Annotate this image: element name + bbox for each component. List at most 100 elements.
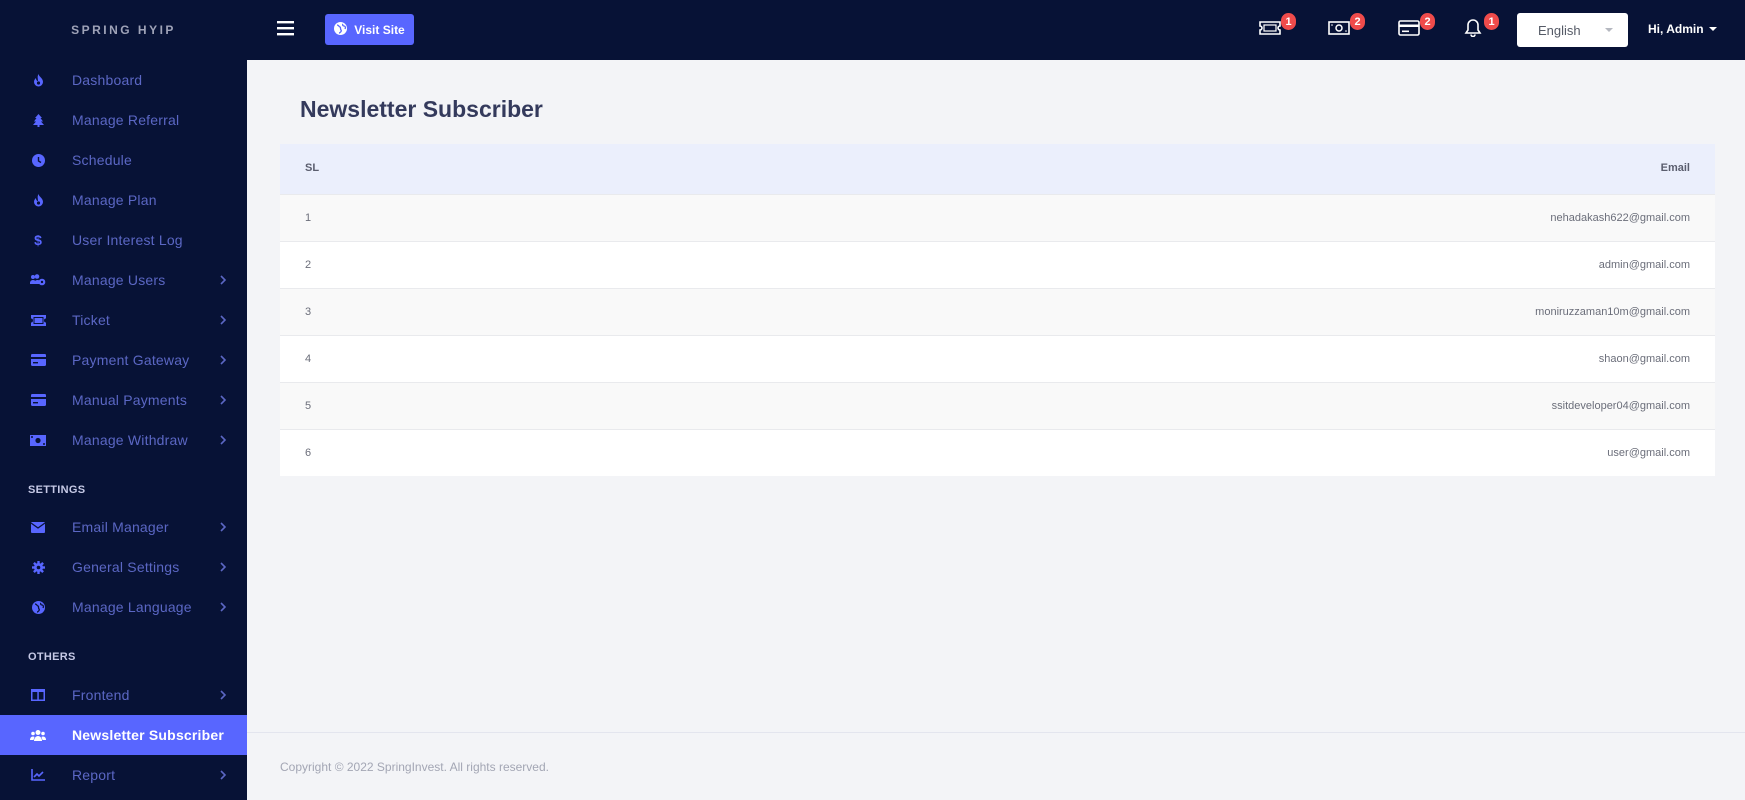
column-header-sl: SL bbox=[305, 162, 320, 174]
sidebar-item-manage-withdraw[interactable]: Manage Withdraw bbox=[0, 420, 247, 460]
fire-icon bbox=[29, 71, 47, 89]
ticket-icon bbox=[1259, 20, 1281, 40]
table-row: 4 shaon@gmail.com bbox=[280, 335, 1715, 382]
ticket-count-badge: 1 bbox=[1281, 13, 1296, 30]
sidebar-item-label: General Settings bbox=[72, 559, 180, 575]
copyright-text: Copyright © 2022 SpringInvest. All right… bbox=[280, 760, 549, 774]
table-row: 1 nehadakash622@gmail.com bbox=[280, 194, 1715, 241]
sidebar-item-label: Newsletter Subscriber bbox=[72, 727, 225, 743]
cell-email: user@gmail.com bbox=[1607, 447, 1690, 459]
sidebar-item-label: Manage Language bbox=[72, 599, 192, 615]
sidebar-item-label: Manage Referral bbox=[72, 112, 180, 128]
page-title: Newsletter Subscriber bbox=[300, 96, 543, 122]
table-header: SL Email bbox=[280, 144, 1715, 194]
sidebar-item-email-manager[interactable]: Email Manager bbox=[0, 507, 247, 547]
user-menu-dropdown[interactable]: Hi, Admin bbox=[1648, 22, 1717, 36]
sidebar-item-label: Email Manager bbox=[72, 519, 169, 535]
sidebar-item-manage-users[interactable]: Manage Users bbox=[0, 260, 247, 300]
cell-sl: 1 bbox=[305, 212, 312, 224]
credit-card-icon bbox=[29, 391, 47, 409]
dollar-icon: $ bbox=[34, 232, 42, 248]
sidebar-item-manual-payments[interactable]: Manual Payments bbox=[0, 380, 247, 420]
settings-heading: SETTINGS bbox=[28, 484, 86, 496]
sidebar-item-label: Manual Payments bbox=[72, 392, 188, 408]
subscriber-table: SL Email 1 nehadakash622@gmail.com 2 adm… bbox=[280, 144, 1715, 476]
menu-toggle-button[interactable] bbox=[277, 20, 295, 38]
sidebar-item-label: Manage Plan bbox=[72, 192, 157, 208]
money-bill-icon bbox=[29, 431, 47, 449]
clock-icon bbox=[29, 151, 47, 169]
sidebar-item-label: Dashboard bbox=[72, 72, 143, 88]
caret-down-icon bbox=[1708, 27, 1717, 31]
sidebar-item-label: Report bbox=[72, 767, 116, 783]
chevron-right-icon bbox=[217, 769, 229, 781]
sidebar-item-general-settings[interactable]: General Settings bbox=[0, 547, 247, 587]
chevron-right-icon bbox=[217, 394, 229, 406]
gear-icon bbox=[29, 558, 47, 576]
sidebar-item-manage-referral[interactable]: Manage Referral bbox=[0, 100, 247, 140]
columns-icon bbox=[29, 686, 47, 704]
table-row: 5 ssitdeveloper04@gmail.com bbox=[280, 382, 1715, 429]
sidebar-item-report[interactable]: Report bbox=[0, 755, 247, 795]
cell-email: ssitdeveloper04@gmail.com bbox=[1551, 400, 1690, 412]
sidebar-item-manage-language[interactable]: Manage Language bbox=[0, 587, 247, 627]
credit-card-icon bbox=[29, 351, 47, 369]
chevron-right-icon bbox=[217, 521, 229, 533]
bell-icon bbox=[1464, 18, 1482, 42]
chevron-right-icon bbox=[217, 689, 229, 701]
hamburger-icon bbox=[277, 21, 294, 36]
sidebar-item-newsletter-subscriber[interactable]: Newsletter Subscriber bbox=[0, 715, 247, 755]
sidebar-item-label: Ticket bbox=[72, 312, 111, 328]
sidebar-item-label: User Interest Log bbox=[72, 232, 183, 248]
cell-email: admin@gmail.com bbox=[1598, 259, 1690, 271]
fire-icon bbox=[29, 191, 47, 209]
main-content: Newsletter Subscriber SL Email 1 nehadak… bbox=[247, 60, 1745, 800]
bell-count-badge: 1 bbox=[1484, 13, 1499, 30]
ticket-notification-button[interactable]: 1 bbox=[1257, 13, 1296, 43]
brand-logo[interactable]: SPRING HYIP bbox=[0, 0, 247, 60]
sidebar-item-payment-gateway[interactable]: Payment Gateway bbox=[0, 340, 247, 380]
globe-icon bbox=[334, 21, 348, 38]
sidebar-item-dashboard[interactable]: Dashboard bbox=[0, 60, 247, 100]
sidebar: SPRING HYIP Dashboard Manage Referral Sc… bbox=[0, 0, 247, 800]
sidebar-item-schedule[interactable]: Schedule bbox=[0, 140, 247, 180]
language-select[interactable]: English bbox=[1517, 13, 1628, 47]
sidebar-item-label: Manage Users bbox=[72, 272, 166, 288]
column-header-email: Email bbox=[1660, 162, 1690, 174]
users-cog-icon bbox=[29, 271, 47, 289]
chevron-right-icon bbox=[217, 314, 229, 326]
sidebar-item-label: Frontend bbox=[72, 687, 130, 703]
chart-line-icon bbox=[29, 766, 47, 784]
visit-site-button[interactable]: Visit Site bbox=[325, 14, 414, 45]
withdraw-count-badge: 2 bbox=[1350, 13, 1365, 30]
sidebar-item-label: Schedule bbox=[72, 152, 132, 168]
cell-email: moniruzzaman10m@gmail.com bbox=[1535, 306, 1690, 318]
cell-sl: 6 bbox=[305, 447, 312, 459]
sidebar-item-manage-plan[interactable]: Manage Plan bbox=[0, 180, 247, 220]
chevron-right-icon bbox=[217, 601, 229, 613]
table-row: 2 admin@gmail.com bbox=[280, 241, 1715, 288]
table-row: 3 moniruzzaman10m@gmail.com bbox=[280, 288, 1715, 335]
language-select-value: English bbox=[1538, 22, 1581, 38]
envelope-icon bbox=[29, 518, 47, 536]
cell-sl: 5 bbox=[305, 400, 312, 412]
topbar: Visit Site 1 2 2 1 English Hi, Admin bbox=[247, 0, 1745, 60]
visit-site-label: Visit Site bbox=[354, 22, 405, 37]
sidebar-item-user-interest-log[interactable]: $ User Interest Log bbox=[0, 220, 247, 260]
cell-sl: 4 bbox=[305, 353, 312, 365]
bell-notification-button[interactable]: 1 bbox=[1460, 13, 1499, 43]
table-row: 6 user@gmail.com bbox=[280, 429, 1715, 476]
chevron-right-icon bbox=[217, 354, 229, 366]
sidebar-item-label: Manage Withdraw bbox=[72, 432, 188, 448]
withdraw-notification-button[interactable]: 2 bbox=[1326, 13, 1365, 43]
sidebar-item-frontend[interactable]: Frontend bbox=[0, 675, 247, 715]
payment-notification-button[interactable]: 2 bbox=[1396, 13, 1435, 43]
globe-icon bbox=[29, 598, 47, 616]
cell-email: nehadakash622@gmail.com bbox=[1550, 212, 1690, 224]
cell-sl: 2 bbox=[305, 259, 312, 271]
table-body: 1 nehadakash622@gmail.com 2 admin@gmail.… bbox=[280, 194, 1715, 476]
footer: Copyright © 2022 SpringInvest. All right… bbox=[247, 732, 1745, 800]
user-greeting: Hi, Admin bbox=[1648, 22, 1704, 36]
cell-sl: 3 bbox=[305, 306, 312, 318]
sidebar-item-ticket[interactable]: Ticket bbox=[0, 300, 247, 340]
